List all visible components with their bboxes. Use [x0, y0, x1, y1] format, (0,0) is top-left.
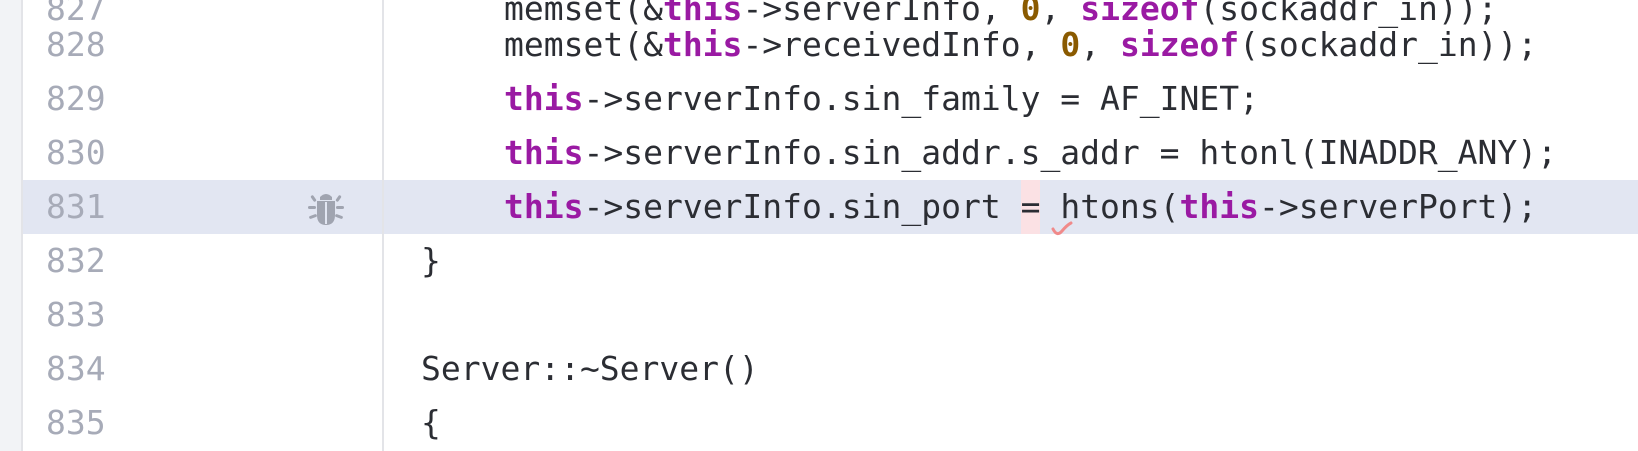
- code-line[interactable]: 828 memset(&this->receivedInfo, 0, sizeo…: [0, 18, 1638, 72]
- line-code[interactable]: this->serverInfo.sin_addr.s_addr = htonl…: [504, 126, 1557, 180]
- code-line[interactable]: 834 Server::~Server(): [0, 342, 1638, 396]
- line-number[interactable]: 831: [46, 180, 106, 234]
- line-number[interactable]: 830: [46, 126, 106, 180]
- line-number[interactable]: 833: [46, 288, 106, 342]
- code-token: ->serverPort);: [1259, 187, 1538, 226]
- code-token: ->serverInfo.sin_family = AF_INET;: [583, 79, 1259, 118]
- code-token: ,: [1080, 25, 1120, 64]
- gutter-divider: [382, 0, 384, 451]
- code-token: ->receivedInfo,: [742, 25, 1061, 64]
- bug-icon[interactable]: [306, 189, 346, 229]
- line-code[interactable]: Server::~Server(): [421, 342, 759, 396]
- keyword-token: sizeof: [1119, 25, 1240, 64]
- error-squiggle: [1051, 221, 1073, 236]
- keyword-token: this: [504, 187, 584, 226]
- line-number[interactable]: 828: [46, 18, 106, 72]
- code-token: ->serverInfo.sin_port: [583, 187, 1021, 226]
- code-line-current[interactable]: 831 this->serverInfo.sin_port = htons(th…: [0, 180, 1638, 234]
- keyword-token: this: [504, 79, 584, 118]
- code-token: Server::~Server(): [421, 349, 759, 388]
- line-code[interactable]: this->serverInfo.sin_family = AF_INET;: [504, 72, 1259, 126]
- keyword-token: this: [504, 133, 584, 172]
- code-line[interactable]: 832 }: [0, 234, 1638, 288]
- line-code[interactable]: }: [421, 234, 441, 288]
- code-line[interactable]: 835 {: [0, 396, 1638, 450]
- code-token: {: [421, 403, 441, 442]
- line-code[interactable]: memset(&this->receivedInfo, 0, sizeof(so…: [504, 18, 1537, 72]
- code-editor[interactable]: 827 memset(&this->serverInfo, 0, sizeof(…: [0, 0, 1638, 451]
- number-token: 0: [1060, 25, 1081, 64]
- code-line[interactable]: 830 this->serverInfo.sin_addr.s_addr = h…: [0, 126, 1638, 180]
- code-token: }: [421, 241, 441, 280]
- code-line[interactable]: 833: [0, 288, 1638, 342]
- line-number[interactable]: 835: [46, 396, 106, 450]
- keyword-token: this: [662, 25, 743, 64]
- keyword-token: this: [1179, 187, 1260, 226]
- line-number[interactable]: 832: [46, 234, 106, 288]
- line-number[interactable]: 829: [46, 72, 106, 126]
- line-number[interactable]: 834: [46, 342, 106, 396]
- line-code[interactable]: this->serverInfo.sin_port = htons(this->…: [504, 180, 1537, 234]
- code-token: ->serverInfo.sin_addr.s_addr = htonl(INA…: [583, 133, 1558, 172]
- line-code[interactable]: {: [421, 396, 441, 450]
- code-token: (sockaddr_in));: [1239, 25, 1538, 64]
- code-line[interactable]: 829 this->serverInfo.sin_family = AF_INE…: [0, 72, 1638, 126]
- editor-left-edge: [0, 0, 23, 451]
- error-token[interactable]: =: [1020, 180, 1041, 234]
- code-token: memset(&: [504, 25, 663, 64]
